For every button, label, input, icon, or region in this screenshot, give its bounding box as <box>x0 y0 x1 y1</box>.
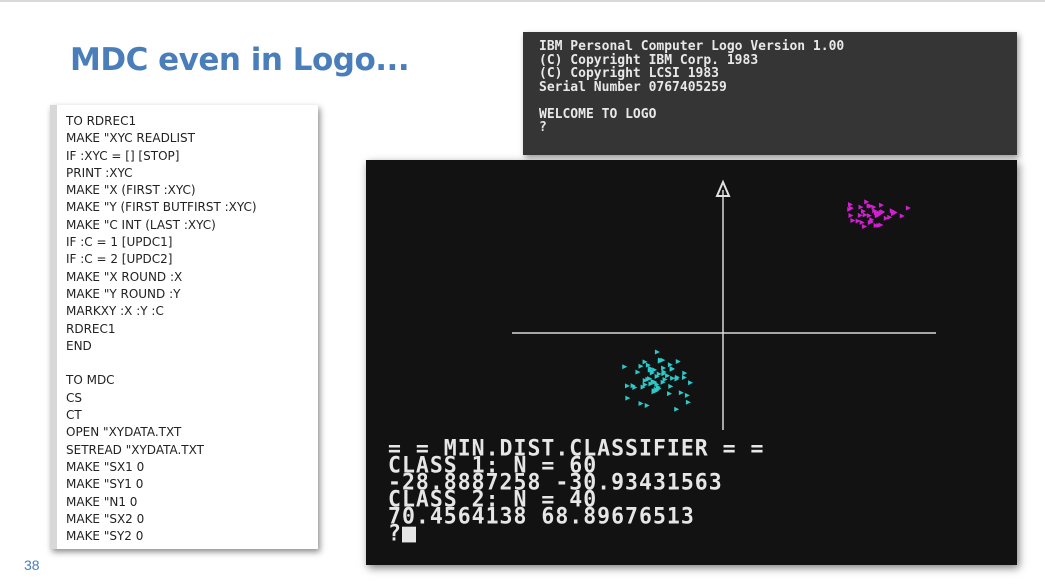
class1-point <box>667 391 673 397</box>
class1-point <box>625 395 631 401</box>
class1-point <box>644 403 650 409</box>
code-line: IF :XYC = [] [STOP] <box>66 148 180 163</box>
code-line: MAKE "SX2 0 <box>66 511 145 526</box>
code-line: SETREAD "XYDATA.TXT <box>66 442 204 457</box>
class1-point <box>656 371 662 377</box>
code-line: RDREC1 <box>66 321 116 336</box>
class1-point <box>682 370 688 376</box>
top-divider <box>0 0 1045 2</box>
class1-point <box>684 392 690 398</box>
class1-point <box>665 373 671 379</box>
class1-point <box>685 399 691 405</box>
class1-point <box>661 365 667 371</box>
class2-point <box>850 218 856 224</box>
code-line: MAKE "N1 0 <box>66 494 138 509</box>
code-line: TO MDC <box>66 373 115 388</box>
slide-title: MDC even in Logo... <box>70 42 410 78</box>
code-line: MAKE "X (FIRST :XYC) <box>66 183 196 198</box>
logo-screen-line: WELCOME TO LOGO <box>539 106 657 122</box>
code-line: OPEN "XYDATA.TXT <box>66 425 182 440</box>
code-line: MAKE "SY2 0 <box>66 529 144 544</box>
logo-screen-line: (C) Copyright LCSI 1983 <box>539 66 720 81</box>
code-line: TO RDREC1 <box>66 114 137 128</box>
class1-point <box>624 383 630 389</box>
class1-point <box>675 358 681 364</box>
prompt: ? <box>388 520 402 547</box>
logo-welcome-screen: IBM Personal Computer Logo Version 1.00(… <box>523 32 1017 155</box>
class1-point <box>678 390 684 396</box>
class2-point <box>862 223 868 229</box>
class1-point <box>622 364 628 370</box>
code-line: MAKE "XYC READLIST <box>66 131 195 146</box>
class1-point <box>654 349 660 355</box>
page-number: 38 <box>24 557 40 573</box>
class2-point <box>848 205 854 211</box>
class2-point <box>847 201 853 207</box>
class2-point <box>848 213 854 219</box>
class1-point <box>638 400 644 406</box>
class1-point <box>638 363 644 369</box>
cursor <box>401 526 416 543</box>
logo-screen-line: IBM Personal Computer Logo Version 1.00 <box>539 39 845 54</box>
code-line: MARKXY :X :Y :C <box>66 304 164 319</box>
class2-point <box>892 209 898 215</box>
code-listing: TO RDREC1 MAKE "XYC READLIST IF :XYC = [] … <box>50 105 318 549</box>
logo-screen-line: ? <box>539 120 547 135</box>
class2-point <box>899 213 905 219</box>
code-line: MAKE "X ROUND :X <box>66 269 183 284</box>
class2-point <box>905 205 911 211</box>
class1-point <box>642 382 648 388</box>
class2-point <box>879 202 885 208</box>
code-line: MAKE "C INT (LAST :XYC) <box>66 217 216 232</box>
class1-point <box>670 375 676 381</box>
code-line: IF :C = 2 [UPDC2] <box>66 252 173 267</box>
class2-point <box>857 212 863 218</box>
output-line: 70.4564138 68.89676513 <box>388 503 695 530</box>
code-line: CT <box>66 408 82 423</box>
code-line: PRINT :XYC <box>66 165 133 180</box>
class2-point <box>871 204 877 210</box>
code-line: MAKE "Y (FIRST BUTFIRST :XYC) <box>66 200 257 215</box>
class1-point <box>681 374 687 380</box>
logo-graphics-screen: = = MIN.DIST.CLASSIFIER = = CLASS 1: N = … <box>366 160 1017 565</box>
class1-point <box>635 369 641 375</box>
code-line: MAKE "SY1 0 <box>66 477 144 492</box>
classifier-output: = = MIN.DIST.CLASSIFIER = = CLASS 1: N = … <box>388 437 765 545</box>
code-line: END <box>66 338 92 353</box>
logo-screen-line <box>539 94 1017 108</box>
code-line: IF :C = 1 [UPDC1] <box>66 235 173 250</box>
logo-screen-line: Serial Number 0767405259 <box>539 79 727 95</box>
code-line: MAKE "SX1 0 <box>66 459 145 474</box>
code-line: CS <box>66 390 82 405</box>
class1-point <box>668 383 674 389</box>
class1-point <box>674 406 680 412</box>
logo-screen-line: (C) Copyright IBM Corp. 1983 <box>539 52 759 68</box>
prompt-line[interactable]: ? <box>388 522 765 545</box>
class1-point <box>688 380 694 386</box>
code-line: MAKE "Y ROUND :Y <box>66 286 181 301</box>
